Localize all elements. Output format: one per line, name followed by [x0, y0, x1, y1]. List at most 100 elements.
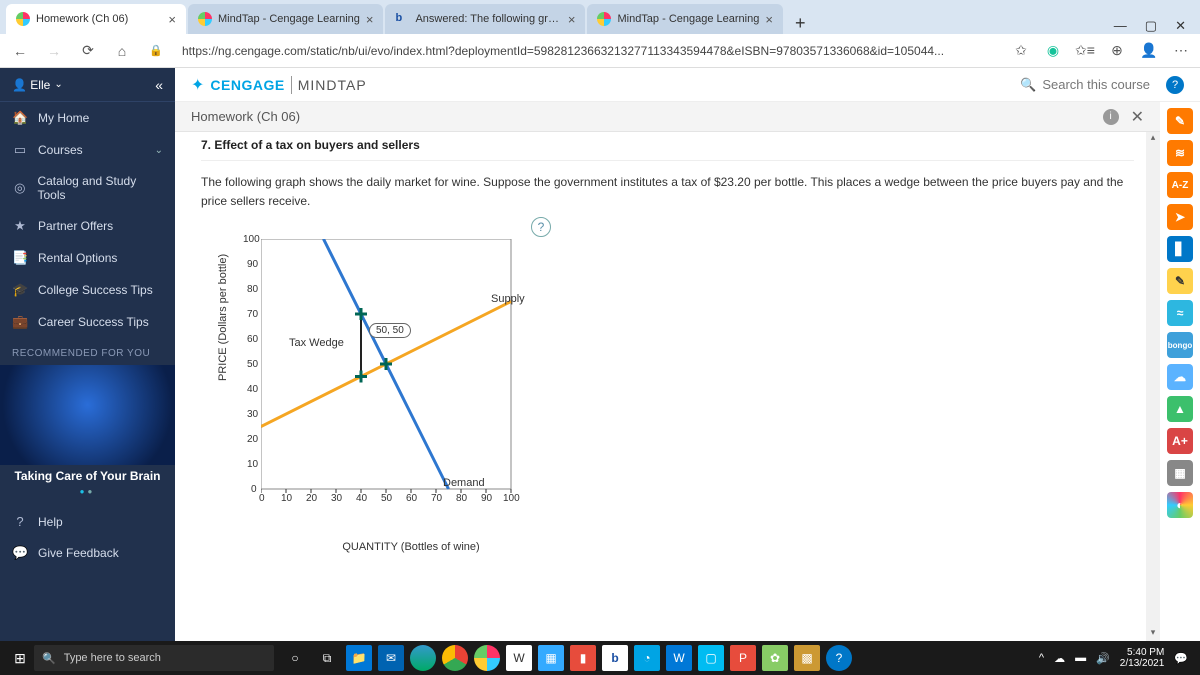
tab-close-icon[interactable]: × — [168, 12, 176, 27]
battery-icon[interactable]: ▬ — [1075, 652, 1086, 664]
tab-title: Homework (Ch 06) — [36, 13, 162, 25]
sidebar-item-rental[interactable]: 📑Rental Options — [0, 242, 175, 274]
tooltip: 50, 50 — [369, 323, 411, 338]
rail-rss[interactable]: ≋ — [1167, 140, 1193, 166]
sidebar-item-home[interactable]: 🏠My Home — [0, 102, 175, 134]
window-maximize-icon[interactable]: ▢ — [1145, 18, 1157, 34]
browser-address-bar: ← → ⟳ ⌂ 🔒 https://ng.cengage.com/static/… — [0, 34, 1200, 68]
url-text[interactable]: https://ng.cengage.com/static/nb/ui/evo/… — [182, 44, 1000, 58]
close-icon[interactable]: ✕ — [1131, 107, 1144, 127]
app-icon[interactable]: ✿ — [762, 645, 788, 671]
app-icon[interactable]: ▩ — [794, 645, 820, 671]
collapse-sidebar-icon[interactable]: « — [155, 77, 163, 93]
question-title: 7. Effect of a tax on buyers and sellers — [201, 132, 1134, 161]
refresh-button[interactable]: ⟳ — [76, 42, 100, 59]
user-menu[interactable]: 👤 Elle ⌄ « — [0, 68, 175, 102]
chart-help-icon[interactable]: ? — [531, 217, 551, 237]
taskview-icon[interactable]: ⧉ — [314, 645, 340, 671]
chrome-icon[interactable] — [442, 645, 468, 671]
more-icon[interactable]: ⋯ — [1170, 42, 1192, 59]
app-icon[interactable]: ▢ — [698, 645, 724, 671]
window-minimize-icon[interactable]: — — [1114, 18, 1127, 34]
bartleby-icon[interactable]: b — [602, 645, 628, 671]
tab-close-icon[interactable]: × — [366, 12, 374, 27]
powerpoint-icon[interactable]: P — [730, 645, 756, 671]
recommended-card[interactable] — [0, 365, 175, 465]
search-placeholder: Search this course — [1042, 77, 1150, 92]
help-icon[interactable]: ? — [1166, 76, 1184, 94]
taskbar-search[interactable]: 🔍 Type here to search — [34, 645, 274, 671]
scroll-up-icon[interactable]: ▴ — [1146, 132, 1160, 146]
app-icon[interactable]: ◔ — [634, 645, 660, 671]
explorer-icon[interactable]: 📁 — [346, 645, 372, 671]
scroll-down-icon[interactable]: ▾ — [1146, 627, 1160, 641]
sidebar-item-career[interactable]: 💼Career Success Tips — [0, 306, 175, 338]
rail-bongo[interactable]: bongo — [1167, 332, 1193, 358]
forward-button[interactable]: → — [42, 43, 66, 59]
new-tab-button[interactable]: + — [785, 13, 816, 34]
help-icon[interactable]: ? — [826, 645, 852, 671]
tab-close-icon[interactable]: × — [568, 12, 576, 27]
app-header: ✦ CENGAGE MINDTAP 🔍 Search this course ? — [175, 68, 1200, 102]
rail-highlight[interactable]: ✎ — [1167, 268, 1193, 294]
cengage-icon[interactable] — [474, 645, 500, 671]
search-placeholder: Type here to search — [64, 652, 161, 664]
rail-more[interactable]: ◐ — [1167, 492, 1193, 518]
sidebar-item-feedback[interactable]: 💬Give Feedback — [0, 537, 175, 569]
sidebar-item-offers[interactable]: ★Partner Offers — [0, 210, 175, 242]
rail-print[interactable]: ▦ — [1167, 460, 1193, 486]
sidebar-item-courses[interactable]: ▭Courses⌄ — [0, 134, 175, 166]
tab-close-icon[interactable]: × — [765, 12, 773, 27]
collections-icon[interactable]: ⊕ — [1106, 42, 1128, 59]
grammarly-icon[interactable]: ◉ — [1042, 42, 1064, 59]
browser-tab[interactable]: MindTap - Cengage Learning × — [587, 4, 782, 34]
question-text: The following graph shows the daily mark… — [201, 161, 1134, 223]
home-button[interactable]: ⌂ — [110, 43, 134, 59]
rail-cloud[interactable]: ☁ — [1167, 364, 1193, 390]
info-icon[interactable]: i — [1103, 109, 1119, 125]
sidebar-item-help[interactable]: ?Help — [0, 506, 175, 537]
cengage-favicon — [16, 12, 30, 26]
chart-svg[interactable] — [261, 239, 521, 499]
rail-grades[interactable]: A+ — [1167, 428, 1193, 454]
x-tick: 40 — [356, 493, 367, 504]
rail-highlighter[interactable]: ✎ — [1167, 108, 1193, 134]
course-search[interactable]: 🔍 Search this course — [1020, 77, 1150, 93]
window-close-icon[interactable]: ✕ — [1175, 18, 1186, 34]
sidebar-item-college[interactable]: 🎓College Success Tips — [0, 274, 175, 306]
rail-flashcards[interactable]: ➤ — [1167, 204, 1193, 230]
scrollbar[interactable]: ▴ ▾ — [1146, 132, 1160, 641]
notifications-icon[interactable]: 💬 — [1174, 652, 1188, 665]
clock[interactable]: 5:40 PM 2/13/2021 — [1120, 647, 1165, 669]
app-icon[interactable]: ▮ — [570, 645, 596, 671]
time: 5:40 PM — [1120, 647, 1165, 658]
tracking-icon[interactable]: ✩ — [1010, 42, 1032, 59]
x-tick: 60 — [406, 493, 417, 504]
rail-audio[interactable]: ≈ — [1167, 300, 1193, 326]
back-button[interactable]: ← — [8, 43, 32, 59]
rail-drive[interactable]: ▲ — [1167, 396, 1193, 422]
app-icon[interactable]: ▦ — [538, 645, 564, 671]
sidebar-item-catalog[interactable]: ◎Catalog and Study Tools — [0, 166, 175, 210]
word-icon[interactable]: W — [506, 645, 532, 671]
tray-chevron-icon[interactable]: ^ — [1039, 652, 1044, 664]
onedrive-icon[interactable]: ☁ — [1054, 652, 1065, 665]
mail-icon[interactable]: ✉ — [378, 645, 404, 671]
book-icon: ▭ — [12, 142, 28, 158]
favorites-icon[interactable]: ✩≡ — [1074, 42, 1096, 59]
volume-icon[interactable]: 🔊 — [1096, 652, 1110, 665]
chevron-down-icon: ⌄ — [54, 79, 62, 90]
browser-tab[interactable]: MindTap - Cengage Learning × — [188, 4, 383, 34]
cortana-icon[interactable]: ○ — [282, 645, 308, 671]
cengage-logo-icon: ✦ — [191, 75, 204, 95]
rail-glossary[interactable]: A-Z — [1167, 172, 1193, 198]
rail-notes[interactable]: ▋ — [1167, 236, 1193, 262]
carousel-dots[interactable]: ●● — [0, 483, 175, 506]
start-button[interactable]: ⊞ — [6, 650, 34, 667]
chart: ? PRICE (Dollars per bottle) — [221, 231, 521, 531]
browser-tab[interactable]: b Answered: The following graph s × — [385, 4, 585, 34]
word-icon[interactable]: W — [666, 645, 692, 671]
browser-tab-active[interactable]: Homework (Ch 06) × — [6, 4, 186, 34]
profile-icon[interactable]: 👤 — [1138, 42, 1160, 59]
edge-icon[interactable] — [410, 645, 436, 671]
